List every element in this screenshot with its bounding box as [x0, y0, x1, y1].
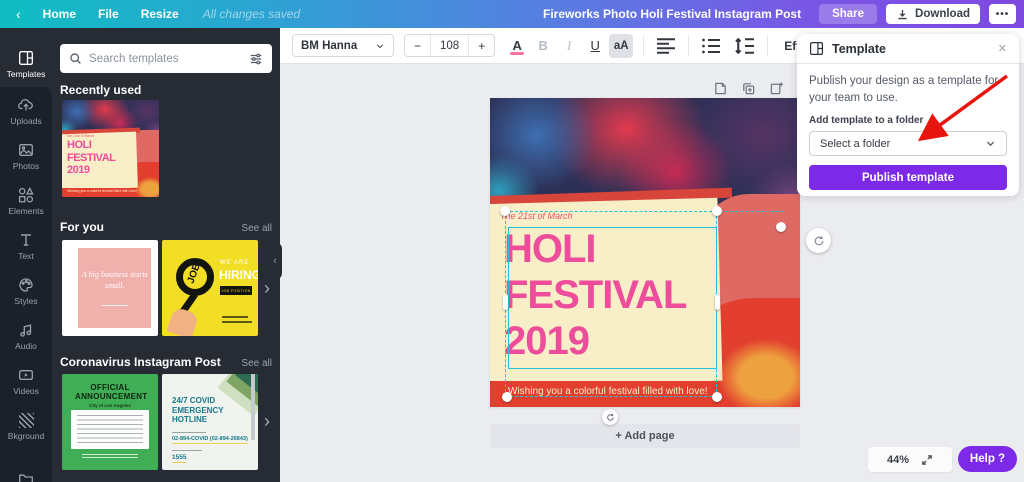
- topbar-more-button[interactable]: •••: [989, 4, 1016, 24]
- template-popup-header: Template ✕: [797, 34, 1019, 64]
- text-case-button[interactable]: aA: [609, 33, 634, 58]
- elements-icon: [18, 187, 34, 203]
- font-size-decrease-button[interactable]: −: [405, 35, 430, 56]
- design-tagline-text[interactable]: Wishing you a colorful festival filled w…: [508, 386, 708, 397]
- page-controls: [713, 81, 784, 96]
- folder-select[interactable]: Select a folder: [809, 131, 1007, 157]
- add-page-icon[interactable]: [769, 81, 784, 96]
- panel-collapse-tab[interactable]: ‹: [268, 242, 282, 280]
- menu-home[interactable]: Home: [43, 7, 76, 21]
- italic-button[interactable]: I: [557, 34, 581, 58]
- zoom-level[interactable]: 44%: [887, 454, 909, 466]
- underline-button[interactable]: U: [583, 34, 607, 58]
- rotate-handle[interactable]: [602, 409, 618, 425]
- template-popup: Template ✕ Publish your design as a temp…: [797, 34, 1019, 196]
- sidebar-item-elements[interactable]: Elements: [0, 179, 52, 224]
- zoom-control: 44%: [868, 447, 952, 472]
- design-date-text[interactable]: The 21st of March: [500, 211, 573, 221]
- text-color-button[interactable]: A: [505, 34, 529, 58]
- design-title-text[interactable]: HOLI FESTIVAL 2019: [504, 226, 687, 364]
- download-icon: [898, 9, 907, 19]
- sidebar-item-uploads[interactable]: Uploads: [0, 89, 52, 134]
- duplicate-page-icon[interactable]: [741, 81, 756, 96]
- sidebar-item-background[interactable]: Bkground: [0, 404, 52, 449]
- menu-file[interactable]: File: [98, 7, 119, 21]
- orange-splash: [718, 339, 800, 407]
- font-size-stepper: − 108 +: [404, 34, 496, 57]
- folder-label: Add template to a folder: [809, 115, 924, 127]
- template-icon: [809, 41, 824, 56]
- sidebar-item-text[interactable]: Text: [0, 224, 52, 269]
- background-icon: [18, 412, 34, 428]
- text-align-icon[interactable]: [654, 34, 678, 58]
- see-all-link[interactable]: See all: [241, 223, 272, 234]
- see-all-link[interactable]: See all: [241, 358, 272, 369]
- template-thumbnail-hotline[interactable]: 24/7 COVID EMERGENCY HOTLINE 02-894-COVI…: [162, 374, 258, 470]
- sidebar-item-videos[interactable]: Videos: [0, 359, 52, 404]
- line-spacing-icon[interactable]: [733, 34, 757, 58]
- sidebar: Templates Uploads Photos Elements Text S…: [0, 28, 52, 482]
- text-icon: [21, 234, 31, 246]
- font-size-value[interactable]: 108: [430, 35, 470, 56]
- notes-icon[interactable]: [713, 81, 728, 96]
- refresh-bubble-button[interactable]: [806, 228, 831, 253]
- sidebar-item-styles[interactable]: Styles: [0, 269, 52, 314]
- font-family-select[interactable]: BM Hanna: [292, 34, 394, 57]
- templates-panel: Recently used The 21st of March HOLIFEST…: [52, 28, 280, 482]
- folder-icon: [19, 474, 33, 482]
- chevron-down-icon: [986, 142, 995, 147]
- templates-icon: [19, 51, 33, 65]
- popup-description: Publish your design as a template for yo…: [809, 75, 999, 104]
- carousel-next-icon[interactable]: ›: [264, 279, 270, 297]
- rotate-icon: [606, 413, 614, 421]
- bold-button[interactable]: B: [531, 34, 555, 58]
- template-thumbnail-announcement[interactable]: OFFICIAL ANNOUNCEMENT City of Los Angele…: [62, 374, 158, 470]
- template-thumbnail-quote[interactable]: A big business starts small.: [62, 240, 158, 336]
- section-coronavirus: Coronavirus Instagram Post See all: [60, 355, 272, 369]
- photos-icon: [19, 144, 33, 156]
- refresh-icon: [814, 235, 823, 245]
- share-button[interactable]: Share: [819, 4, 878, 24]
- help-button[interactable]: Help ?: [958, 446, 1017, 472]
- sidebar-item-audio[interactable]: Audio: [0, 314, 52, 359]
- add-page-button[interactable]: + Add page: [490, 424, 800, 448]
- audio-icon: [20, 324, 32, 337]
- section-for-you: For you See all: [60, 220, 272, 234]
- top-bar: ‹ Home File Resize All changes saved Fir…: [0, 0, 1024, 28]
- template-thumbnail-holi[interactable]: The 21st of March HOLI FESTIVAL 2019 Wishi…: [62, 100, 159, 197]
- font-size-increase-button[interactable]: +: [469, 35, 494, 56]
- publish-template-button[interactable]: Publish template: [809, 165, 1007, 191]
- collapse-chevron-icon: ‹: [273, 255, 277, 267]
- search-icon: [70, 53, 81, 64]
- sidebar-item-templates[interactable]: Templates: [0, 42, 52, 87]
- design-title[interactable]: Fireworks Photo Holi Festival Instagram …: [543, 7, 801, 21]
- close-icon[interactable]: ✕: [998, 42, 1007, 55]
- back-chevron-icon[interactable]: ‹: [16, 7, 21, 21]
- filter-icon[interactable]: [249, 52, 263, 66]
- search-input[interactable]: [89, 52, 242, 65]
- template-thumbnail-hiring[interactable]: JOB WE ARE HIRING JOB POSITION: [162, 240, 258, 336]
- autosave-status: All changes saved: [202, 7, 301, 21]
- search-box: [60, 44, 272, 73]
- styles-icon: [19, 278, 33, 292]
- fullscreen-icon[interactable]: [921, 454, 933, 466]
- menu-resize[interactable]: Resize: [141, 7, 179, 21]
- videos-icon: [19, 370, 33, 380]
- chevron-down-icon: [376, 43, 384, 48]
- carousel-next-icon[interactable]: ›: [264, 412, 270, 430]
- sidebar-item-photos[interactable]: Photos: [0, 134, 52, 179]
- list-icon[interactable]: [699, 34, 723, 58]
- download-button[interactable]: Download: [886, 4, 980, 24]
- sidebar-item-folder[interactable]: [0, 456, 52, 482]
- uploads-icon: [18, 99, 33, 111]
- section-recently-used: Recently used: [60, 83, 142, 97]
- canvas-page[interactable]: The 21st of March HOLI FESTIVAL 2019 Wishi…: [490, 98, 800, 407]
